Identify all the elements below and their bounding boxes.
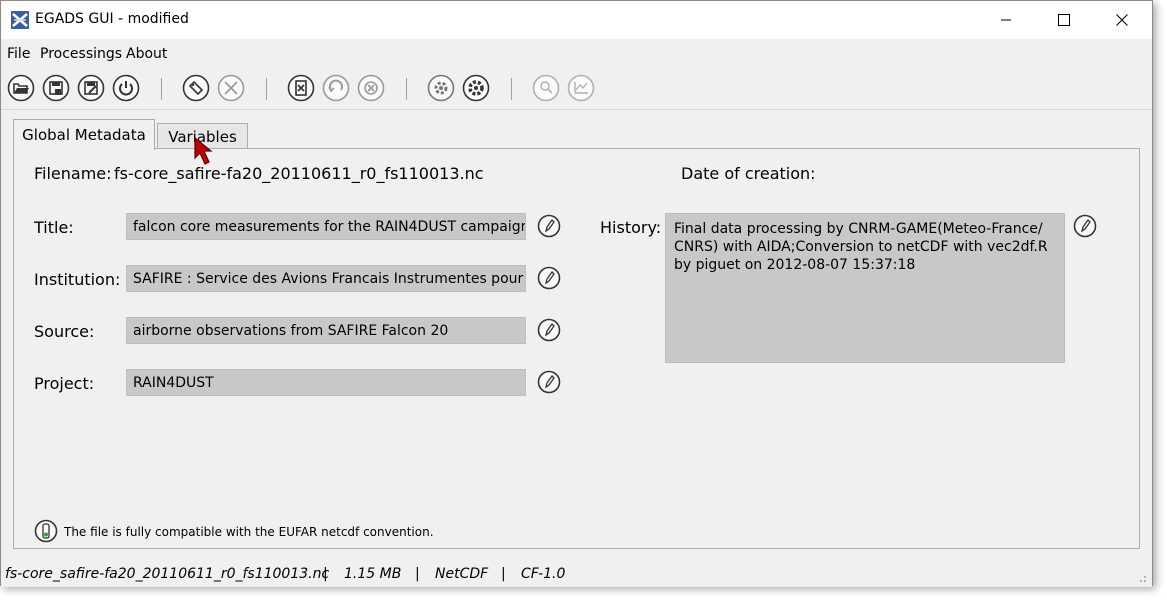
save-icon	[77, 74, 105, 102]
pencil-icon	[537, 266, 561, 290]
power-icon	[112, 74, 140, 102]
date-of-creation-label: Date of creation:	[681, 164, 816, 183]
chart-icon	[567, 74, 595, 102]
edit-tag-button[interactable]	[181, 73, 211, 103]
tab-global-metadata-label: Global Metadata	[22, 126, 146, 144]
chart-button[interactable]	[566, 73, 596, 103]
processing-run-button[interactable]	[461, 73, 491, 103]
edit-project-button[interactable]	[537, 370, 561, 394]
title-value: falcon core measurements for the RAIN4DU…	[133, 218, 526, 235]
status-separator: |	[415, 566, 420, 582]
resize-grip-icon[interactable]	[1137, 573, 1147, 583]
project-value: RAIN4DUST	[133, 374, 214, 391]
title-label: Title:	[34, 218, 74, 237]
close-window-button[interactable]	[1093, 1, 1151, 39]
status-format: NetCDF	[435, 566, 489, 582]
processing-run-icon	[462, 74, 490, 102]
edit-history-button[interactable]	[1073, 214, 1097, 238]
cancel-icon	[357, 74, 385, 102]
history-label: History:	[600, 218, 662, 237]
egads-app-icon	[11, 11, 29, 29]
toolbar-separator	[161, 78, 162, 100]
status-bar: fs-core_safire-fa20_20110611_r0_fs110013…	[1, 563, 1152, 587]
filename-value: fs-core_safire-fa20_20110611_r0_fs110013…	[114, 164, 484, 183]
open-file-icon	[7, 74, 35, 102]
pencil-icon	[537, 318, 561, 342]
source-value: airborne observations from SAFIRE Falcon…	[133, 322, 449, 339]
menu-file[interactable]: File	[7, 46, 30, 62]
exit-button[interactable]	[111, 73, 141, 103]
title-bar: EGADS GUI - modified	[1, 1, 1152, 39]
toolbar-separator	[511, 78, 512, 100]
traffic-light-icon	[34, 519, 58, 543]
edit-source-button[interactable]	[537, 318, 561, 342]
plot-button[interactable]	[531, 73, 561, 103]
compliance-message: The file is fully compatible with the EU…	[64, 525, 434, 539]
save-button[interactable]	[76, 73, 106, 103]
save-as-button[interactable]	[41, 73, 71, 103]
status-file-size: 1.15 MB	[344, 566, 402, 582]
pencil-icon	[537, 214, 561, 238]
status-convention: CF-1.0	[521, 566, 566, 582]
global-metadata-panel: Filename: fs-core_safire-fa20_20110611_r…	[13, 148, 1140, 549]
edit-title-button[interactable]	[537, 214, 561, 238]
history-field[interactable]: Final data processing by CNRM-GAME(Meteo…	[665, 213, 1065, 363]
save-as-icon	[42, 74, 70, 102]
history-value: Final data processing by CNRM-GAME(Meteo…	[674, 221, 1048, 273]
clear-tag-icon	[217, 74, 245, 102]
institution-label: Institution:	[34, 270, 121, 289]
institution-field[interactable]: SAFIRE : Service des Avions Francais Ins…	[126, 265, 526, 292]
close-file-button[interactable]	[286, 73, 316, 103]
toolbar	[1, 69, 1152, 110]
undo-icon	[322, 74, 350, 102]
menu-bar: File Processings About	[1, 39, 1152, 69]
cursor-arrow-icon	[194, 136, 213, 165]
tab-global-metadata[interactable]: Global Metadata	[13, 119, 155, 150]
close-icon	[1116, 14, 1128, 26]
toolbar-separator	[266, 78, 267, 100]
clear-tag-button[interactable]	[216, 73, 246, 103]
maximize-icon	[1058, 14, 1070, 26]
close-file-icon	[287, 74, 315, 102]
status-separator: |	[323, 566, 328, 582]
status-separator: |	[501, 566, 506, 582]
filename-label: Filename:	[34, 164, 112, 183]
pencil-icon	[1073, 214, 1097, 238]
pencil-icon	[537, 370, 561, 394]
source-label: Source:	[34, 322, 95, 341]
minimize-button[interactable]	[977, 1, 1035, 39]
status-filename: fs-core_safire-fa20_20110611_r0_fs110013…	[5, 566, 330, 582]
minimize-icon	[1001, 19, 1011, 21]
toolbar-separator	[406, 78, 407, 100]
processing-settings-button[interactable]	[426, 73, 456, 103]
title-field[interactable]: falcon core measurements for the RAIN4DU…	[126, 213, 526, 240]
menu-about[interactable]: About	[126, 46, 167, 62]
project-label: Project:	[34, 374, 95, 393]
edit-tag-icon	[182, 74, 210, 102]
cancel-button[interactable]	[356, 73, 386, 103]
maximize-button[interactable]	[1035, 1, 1093, 39]
app-window: EGADS GUI - modified File Processings Ab…	[0, 0, 1153, 587]
menu-processings[interactable]: Processings	[40, 46, 122, 62]
source-field[interactable]: airborne observations from SAFIRE Falcon…	[126, 317, 526, 344]
institution-value: SAFIRE : Service des Avions Francais Ins…	[133, 270, 526, 287]
open-file-button[interactable]	[6, 73, 36, 103]
edit-institution-button[interactable]	[537, 266, 561, 290]
processing-settings-icon	[427, 74, 455, 102]
undo-button[interactable]	[321, 73, 351, 103]
project-field[interactable]: RAIN4DUST	[126, 369, 526, 396]
plot-icon	[532, 74, 560, 102]
window-title: EGADS GUI - modified	[35, 11, 189, 27]
